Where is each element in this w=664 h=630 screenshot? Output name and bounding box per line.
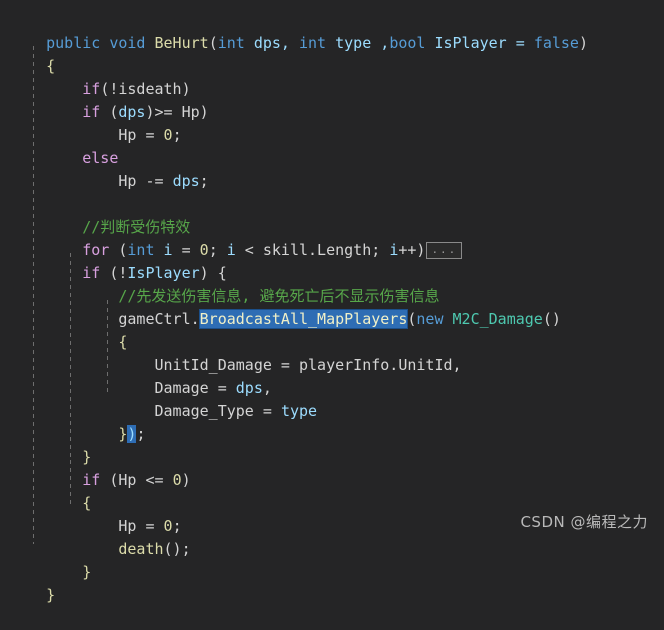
code-line-24[interactable]: } — [0, 538, 664, 581]
code-line-20[interactable]: if (Hp <= 0) — [0, 446, 664, 489]
code-line-16[interactable]: Damage = dps, — [0, 354, 664, 397]
code-line-2[interactable]: { — [0, 32, 664, 75]
code-line-11[interactable]: if (!IsPlayer) { — [0, 239, 664, 282]
code-line-10[interactable]: for (int i = 0; i < skill.Length; i++)..… — [0, 216, 664, 259]
code-line-9[interactable]: //判断受伤特效 — [0, 193, 664, 236]
code-line-18[interactable]: }); — [0, 400, 664, 443]
code-line-17[interactable]: Damage_Type = type — [0, 377, 664, 420]
code-line-14[interactable]: { — [0, 308, 664, 351]
code-line-8-blank[interactable] — [0, 170, 664, 193]
code-line-5[interactable]: Hp = 0; — [0, 101, 664, 144]
code-line-13[interactable]: gameCtrl.BroadcastAll_MapPlayers(new M2C… — [0, 285, 664, 329]
code-line-4[interactable]: if (dps)>= Hp) — [0, 78, 664, 121]
code-line-19[interactable]: } — [0, 423, 664, 466]
csdn-watermark: CSDN @编程之力 — [520, 513, 648, 531]
code-line-6[interactable]: else — [0, 124, 664, 167]
code-editor[interactable]: public void BeHurt(int dps, int type ,bo… — [0, 0, 664, 604]
code-line-7[interactable]: Hp -= dps; — [0, 147, 664, 190]
code-line-1[interactable]: public void BeHurt(int dps, int type ,bo… — [0, 9, 664, 52]
code-line-21[interactable]: { — [0, 469, 664, 512]
brace-close-method: } — [46, 586, 56, 604]
code-line-25[interactable]: } — [0, 561, 664, 604]
code-line-3[interactable]: if(!isdeath) — [0, 55, 664, 98]
code-line-12[interactable]: //先发送伤害信息, 避免死亡后不显示伤害信息 — [0, 262, 664, 305]
code-line-15[interactable]: UnitId_Damage = playerInfo.UnitId, — [0, 331, 664, 374]
